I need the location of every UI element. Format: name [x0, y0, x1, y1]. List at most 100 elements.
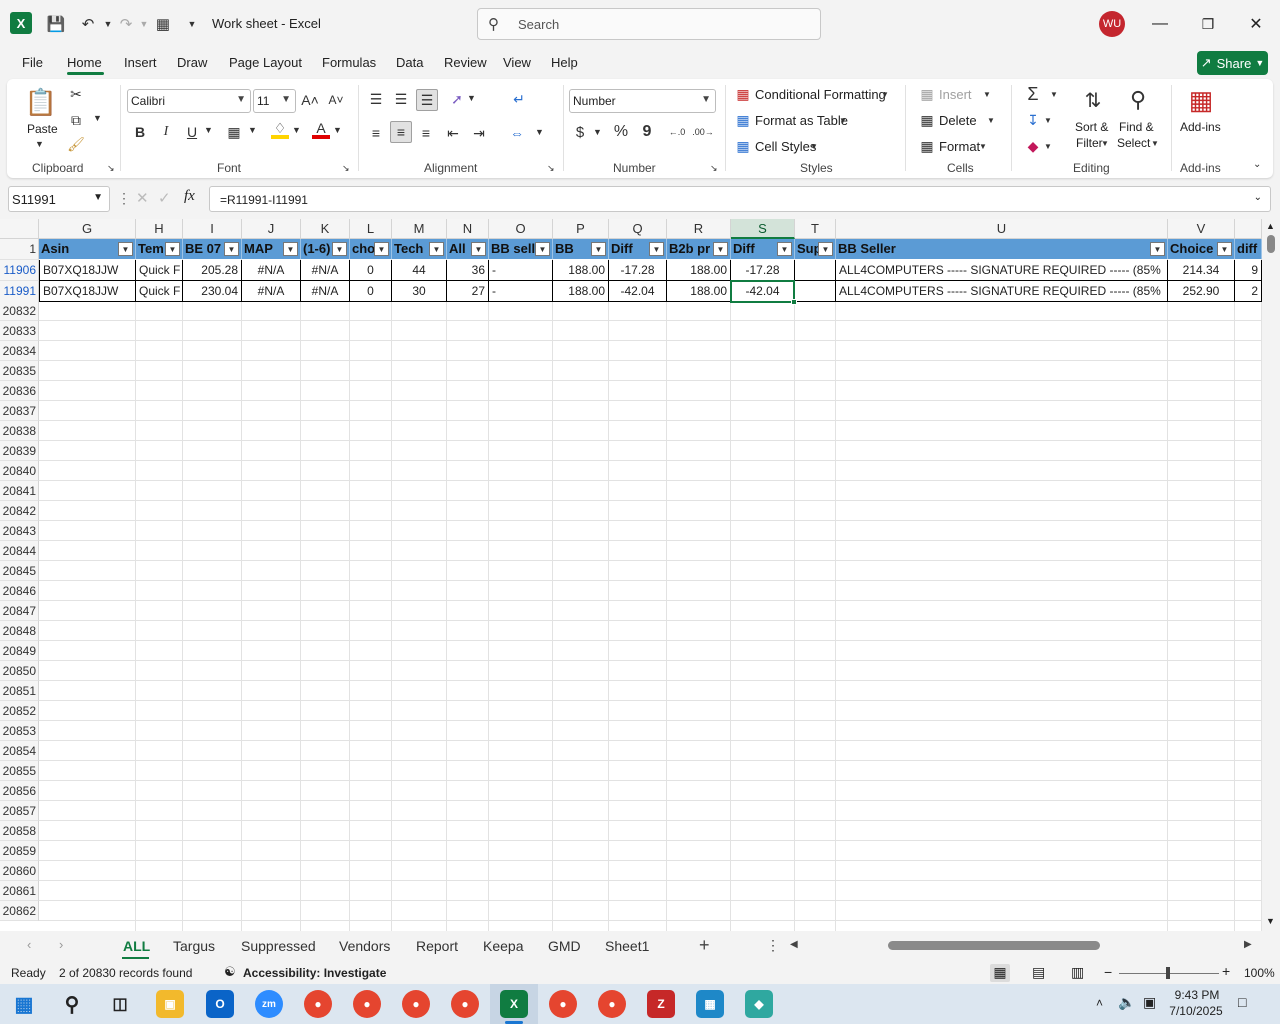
- table-cell[interactable]: 205.28: [183, 260, 242, 281]
- insert-function-button[interactable]: fx: [184, 188, 195, 205]
- row-header[interactable]: 20841: [0, 481, 39, 501]
- row-header[interactable]: 20846: [0, 581, 39, 601]
- table-cell[interactable]: 188.00: [667, 281, 731, 302]
- find-select-label-1[interactable]: Find &: [1119, 120, 1154, 134]
- table-cell[interactable]: 214.34: [1168, 260, 1235, 281]
- copy-dropdown-icon[interactable]: ▼: [93, 113, 102, 123]
- addins-icon[interactable]: ▦: [1185, 84, 1217, 116]
- sheet-tab-sheet1[interactable]: Sheet1: [605, 938, 649, 954]
- table-cell[interactable]: 27: [447, 281, 489, 302]
- format-cells-icon[interactable]: ▦: [919, 138, 935, 154]
- excel-taskbar-icon[interactable]: X: [500, 990, 528, 1018]
- row-header[interactable]: 20859: [0, 841, 39, 861]
- format-cells-button[interactable]: Format: [939, 139, 980, 154]
- bold-button[interactable]: B: [131, 123, 149, 141]
- sheet-tab-vendors[interactable]: Vendors: [339, 938, 390, 954]
- file-explorer-icon[interactable]: ▣: [156, 990, 184, 1018]
- row-header[interactable]: 20854: [0, 741, 39, 761]
- filter-dropdown-icon[interactable]: ▼: [374, 242, 389, 256]
- decrease-indent-icon[interactable]: ⇤: [443, 123, 463, 143]
- tab-file[interactable]: File: [22, 55, 43, 70]
- addins-button[interactable]: Add-ins: [1180, 120, 1221, 134]
- sheet-tab-all[interactable]: ALL: [123, 938, 150, 954]
- column-header-r[interactable]: R: [667, 219, 731, 239]
- scroll-right-icon[interactable]: ▶: [1244, 939, 1252, 950]
- sheet-tab-gmd[interactable]: GMD: [548, 938, 581, 954]
- row-header[interactable]: 20839: [0, 441, 39, 461]
- find-select-icon[interactable]: ⚲: [1122, 84, 1154, 116]
- column-header-i[interactable]: I: [183, 219, 242, 239]
- row-header[interactable]: 20861: [0, 881, 39, 901]
- row-header[interactable]: 20836: [0, 381, 39, 401]
- row-header[interactable]: 20842: [0, 501, 39, 521]
- filezilla-icon[interactable]: Z: [647, 990, 675, 1018]
- filter-dropdown-icon[interactable]: ▼: [713, 242, 728, 256]
- tab-insert[interactable]: Insert: [124, 55, 157, 70]
- table-cell[interactable]: #N/A: [242, 260, 301, 281]
- currency-button[interactable]: $: [572, 123, 588, 141]
- filter-active-icon[interactable]: ▼: [1150, 242, 1165, 256]
- underline-button[interactable]: U: [183, 123, 201, 141]
- table-cell[interactable]: 44: [392, 260, 447, 281]
- font-color-dropdown-icon[interactable]: ▼: [333, 125, 342, 135]
- chrome-icon[interactable]: ●: [451, 990, 479, 1018]
- increase-decimal-icon[interactable]: ←.0: [667, 123, 687, 141]
- zoom-out-icon[interactable]: −: [1104, 964, 1112, 980]
- row-header[interactable]: 20856: [0, 781, 39, 801]
- row-header[interactable]: 1: [0, 239, 39, 260]
- worksheet-grid[interactable]: GHIJKLMNOPQRSTUV 1 11906 11991 20832 20833 20…: [0, 219, 1262, 931]
- next-sheet-icon[interactable]: ›: [59, 937, 63, 952]
- chevron-down-icon[interactable]: ▼: [839, 116, 847, 125]
- fill-color-dropdown-icon[interactable]: ▼: [292, 125, 301, 135]
- cell-styles-button[interactable]: Cell Styles: [755, 139, 816, 154]
- column-header-q[interactable]: Q: [609, 219, 667, 239]
- filter-dropdown-icon[interactable]: ▼: [283, 242, 298, 256]
- app-icon[interactable]: ◆: [745, 990, 773, 1018]
- sheet-tab-report[interactable]: Report: [416, 938, 458, 954]
- chevron-down-icon[interactable]: ▼: [1050, 90, 1058, 99]
- chrome-icon[interactable]: ●: [353, 990, 381, 1018]
- filter-dropdown-icon[interactable]: ▼: [535, 242, 550, 256]
- expand-formula-icon[interactable]: ⌄: [1254, 192, 1262, 203]
- column-header-partial[interactable]: [1235, 219, 1262, 239]
- clipboard-launcher-icon[interactable]: ↘: [107, 163, 115, 174]
- decrease-font-icon[interactable]: A˅: [327, 91, 345, 109]
- increase-indent-icon[interactable]: ⇥: [469, 123, 489, 143]
- filter-dropdown-icon[interactable]: ▼: [777, 242, 792, 256]
- row-header[interactable]: 11991: [0, 281, 39, 302]
- font-launcher-icon[interactable]: ↘: [342, 163, 350, 174]
- orientation-icon[interactable]: ➚: [447, 89, 467, 109]
- horizontal-scroll-thumb[interactable]: [888, 941, 1100, 950]
- search-input[interactable]: ⚲ Search: [477, 8, 821, 40]
- chevron-down-icon[interactable]: ▼: [979, 142, 987, 151]
- vertical-scrollbar[interactable]: ▲ ▼: [1262, 219, 1280, 931]
- paste-label[interactable]: Paste: [27, 122, 58, 136]
- autosum-icon[interactable]: Σ: [1023, 84, 1043, 104]
- close-icon[interactable]: ✕: [1242, 10, 1270, 38]
- column-header-h[interactable]: H: [136, 219, 183, 239]
- chevron-down-icon[interactable]: ▼: [983, 90, 991, 99]
- column-header-u[interactable]: U: [836, 219, 1168, 239]
- sheet-options-icon[interactable]: ⋮: [766, 937, 780, 954]
- table-cell[interactable]: -17.28: [609, 260, 667, 281]
- align-center-icon[interactable]: ≡: [390, 121, 412, 143]
- chrome-icon[interactable]: ●: [598, 990, 626, 1018]
- column-header-v[interactable]: V: [1168, 219, 1235, 239]
- tab-formulas[interactable]: Formulas: [322, 55, 376, 70]
- align-middle-icon[interactable]: ☰: [391, 89, 411, 109]
- row-header[interactable]: 20847: [0, 601, 39, 621]
- previous-sheet-icon[interactable]: ‹: [27, 937, 31, 952]
- column-header-j[interactable]: J: [242, 219, 301, 239]
- row-header[interactable]: 20832: [0, 301, 39, 321]
- underline-dropdown-icon[interactable]: ▼: [204, 125, 213, 135]
- column-header-g[interactable]: G: [39, 219, 136, 239]
- row-header[interactable]: 20852: [0, 701, 39, 721]
- filter-dropdown-icon[interactable]: ▼: [649, 242, 664, 256]
- sort-filter-icon[interactable]: ⇅: [1077, 84, 1109, 116]
- vertical-scroll-thumb[interactable]: [1267, 235, 1275, 253]
- zoom-level[interactable]: 100%: [1244, 966, 1275, 980]
- alignment-launcher-icon[interactable]: ↘: [547, 163, 555, 174]
- chevron-down-icon[interactable]: ▼: [1044, 142, 1052, 151]
- sheet-tab-keepa[interactable]: Keepa: [483, 938, 523, 954]
- show-hidden-icons[interactable]: ˄: [1096, 996, 1103, 1010]
